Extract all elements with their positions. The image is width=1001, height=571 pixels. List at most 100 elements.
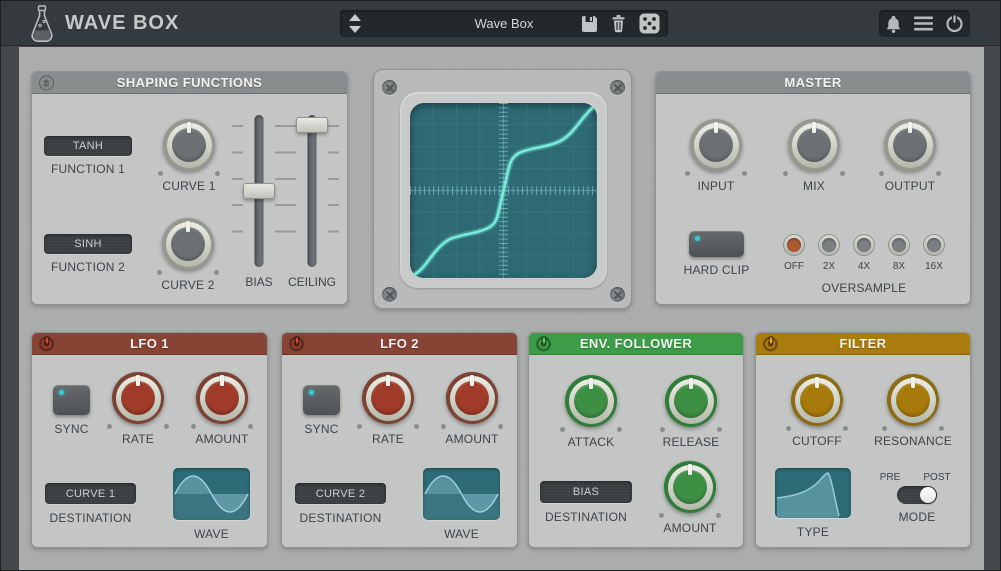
power-icon [945,14,964,33]
lfo2-amount-label: AMOUNT [432,432,512,446]
oversample-16x-radio[interactable] [923,234,945,256]
lfo1-sync-button[interactable] [53,385,90,415]
sine-wave-icon [423,468,500,520]
lfo1-rate-knob[interactable]: RATE [98,372,178,446]
ceiling-slider[interactable]: CEILING [284,115,340,289]
oversample-2x-label: 2X [812,261,846,272]
function2-selector-button[interactable]: SINH [44,234,132,254]
sine-wave-icon [173,468,250,520]
mix-knob[interactable]: MIX [774,119,854,193]
function1-value: TANH [73,140,103,152]
lfo1-wave-display[interactable] [173,468,250,520]
lfo1-amount-knob[interactable]: AMOUNT [182,372,262,446]
power-button[interactable] [945,14,964,33]
curve1-knob-dial[interactable] [163,119,215,171]
filter-mode-toggle[interactable] [897,486,937,504]
knob-indicator [220,375,224,386]
filter-post-label: POST [917,472,957,483]
filter-panel: FILTER CUTOFF [755,332,971,548]
plus-minus-icon [39,75,54,90]
input-knob[interactable]: INPUT [676,119,756,193]
curve2-knob-label: CURVE 2 [148,278,228,292]
oversample-off-radio[interactable] [783,234,805,256]
menu-button[interactable] [914,16,933,31]
knob-indicator [815,377,819,388]
curve1-knob[interactable]: CURVE 1 [149,119,229,193]
ceiling-slider-track[interactable] [308,115,317,267]
knob-indicator [908,122,912,133]
toggle-knob[interactable] [920,487,936,503]
plugin-window: WAVE BOX Wave Box [0,0,1001,571]
lfo2-amount-knob[interactable]: AMOUNT [432,372,512,446]
env-amount-knob[interactable]: AMOUNT [650,461,730,535]
input-knob-label: INPUT [676,179,756,193]
knob-min-dot [191,424,196,429]
function2-value: SINH [74,238,101,250]
filter-type-display[interactable] [775,468,851,518]
hard-clip-button[interactable] [689,231,744,257]
env-attack-knob[interactable]: ATTACK [551,375,631,449]
lfo2-wave-display[interactable] [423,468,500,520]
bias-slider-handle[interactable] [243,183,275,199]
notifications-button[interactable] [885,15,902,33]
env-follower-panel: ENV. FOLLOWER ATTACK [528,332,744,548]
lfo2-power-button[interactable] [289,336,304,351]
lfo1-destination-button[interactable]: CURVE 1 [45,483,136,504]
knob-max-dot [414,424,419,429]
preset-actions [581,10,660,37]
oversample-label: OVERSAMPLE [794,281,934,295]
randomize-preset-button[interactable] [639,13,660,34]
filter-type-label: TYPE [775,525,851,539]
lfo1-destination-label: DESTINATION [32,511,149,525]
knob-max-dot [248,424,253,429]
curve2-knob-dial[interactable] [162,218,214,270]
knob-min-dot [786,426,791,431]
curve2-knob[interactable]: CURVE 2 [148,218,228,292]
save-preset-button[interactable] [581,15,598,33]
env-destination-button[interactable]: BIAS [540,481,632,503]
knob-max-dot [843,426,848,431]
filter-resonance-knob[interactable]: RESONANCE [873,374,953,448]
knob-max-dot [840,171,845,176]
env-panel-header: ENV. FOLLOWER [529,333,743,355]
knob-min-dot [560,427,565,432]
shaping-panel-title: SHAPING FUNCTIONS [117,75,262,90]
filter-cutoff-knob[interactable]: CUTOFF [777,374,857,448]
slider-ticks [232,125,243,257]
filter-resonance-label: RESONANCE [873,434,953,448]
delete-preset-button[interactable] [611,15,626,33]
oversample-off-label: OFF [777,261,811,272]
oversample-4x-radio[interactable] [853,234,875,256]
lfo1-power-button[interactable] [39,336,54,351]
function2-label: FUNCTION 2 [32,260,144,274]
lfo2-panel-header: LFO 2 [282,333,517,355]
transfer-curve-plot [410,103,597,278]
lfo2-sync-button[interactable] [303,385,340,415]
knob-max-dot [742,171,747,176]
knob-min-dot [441,424,446,429]
master-panel: MASTER INPUT [655,71,971,305]
knob-min-dot [157,270,162,275]
master-panel-title: MASTER [784,75,841,90]
oversample-2x-radio[interactable] [818,234,840,256]
knob-indicator [386,375,390,386]
output-knob[interactable]: OUTPUT [870,119,950,193]
bias-slider[interactable]: BIAS [231,115,287,289]
env-release-knob[interactable]: RELEASE [651,375,731,449]
screw-icon [382,287,397,302]
ceiling-slider-handle[interactable] [296,117,328,133]
hard-clip-label: HARD CLIP [656,263,777,277]
knob-indicator [812,122,816,133]
knob-indicator [470,375,474,386]
lfo2-rate-knob[interactable]: RATE [348,372,428,446]
trash-icon [611,15,626,33]
lfo2-destination-value: CURVE 2 [316,488,366,500]
title-bar: WAVE BOX Wave Box [1,1,1000,46]
oversample-8x-radio[interactable] [888,234,910,256]
led-indicator [59,390,64,395]
lfo2-destination-button[interactable]: CURVE 2 [295,483,386,504]
knob-max-dot [498,424,503,429]
env-power-button[interactable] [536,336,551,351]
function1-selector-button[interactable]: TANH [44,136,132,156]
filter-power-button[interactable] [763,336,778,351]
